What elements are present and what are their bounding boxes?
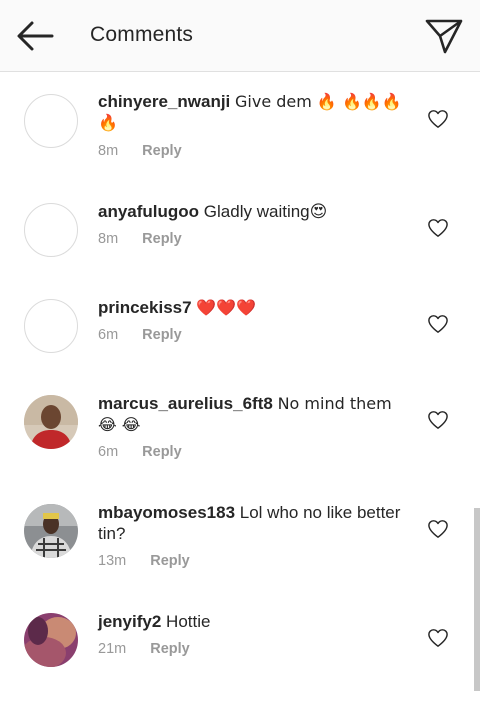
comment-time: 8m	[98, 231, 119, 247]
comment-time: 21m	[98, 641, 127, 657]
comment-meta: 13m Reply	[98, 553, 190, 569]
comment-username[interactable]: jenyify2	[98, 612, 161, 631]
user-photo-icon	[24, 504, 78, 558]
reply-button[interactable]: Reply	[150, 641, 190, 657]
heart-outline-icon[interactable]	[427, 109, 449, 129]
arrow-left-icon	[17, 21, 54, 51]
heart-outline-icon[interactable]	[427, 519, 449, 539]
comment-text: jenyify2 Hottie	[98, 611, 408, 632]
comment-message: ❤️❤️❤️	[196, 298, 257, 317]
comment-meta: 21m Reply	[98, 641, 190, 657]
reply-button[interactable]: Reply	[142, 327, 182, 343]
comment-item: marcus_aurelius_6ft8 No mind them😂 😂 6m R…	[0, 388, 480, 478]
reply-button[interactable]: Reply	[142, 444, 182, 460]
comment-meta: 8m Reply	[98, 143, 182, 159]
top-bar: Comments	[0, 0, 480, 72]
comment-text: chinyere_nwanji Give dem 🔥 🔥🔥🔥 🔥	[98, 91, 408, 133]
send-button[interactable]	[424, 16, 464, 56]
comment-username[interactable]: princekiss7	[98, 298, 192, 317]
comment-text: mbayomoses183 Lol who no like better tin…	[98, 502, 408, 544]
avatar[interactable]	[24, 395, 78, 449]
comment-message: Gladly waiting😍	[203, 202, 328, 221]
paper-plane-icon	[425, 19, 463, 54]
reply-button[interactable]: Reply	[150, 553, 190, 569]
comment-item: mbayomoses183 Lol who no like better tin…	[0, 497, 480, 587]
comment-text: marcus_aurelius_6ft8 No mind them😂 😂	[98, 393, 408, 435]
comment-text: anyafulugoo Gladly waiting😍	[98, 201, 408, 222]
comment-username[interactable]: anyafulugoo	[98, 202, 199, 221]
comment-meta: 6m Reply	[98, 327, 182, 343]
user-photo-icon	[24, 613, 78, 667]
page-title: Comments	[90, 23, 194, 46]
scrollbar[interactable]	[474, 508, 480, 691]
comment-username[interactable]: marcus_aurelius_6ft8	[98, 394, 273, 413]
comment-item: jenyify2 Hottie 21m Reply	[0, 606, 480, 676]
heart-outline-icon[interactable]	[427, 314, 449, 334]
comment-username[interactable]: chinyere_nwanji	[98, 92, 230, 111]
avatar[interactable]	[24, 94, 78, 148]
reply-button[interactable]: Reply	[142, 143, 182, 159]
comment-time: 8m	[98, 143, 119, 159]
reply-button[interactable]: Reply	[142, 231, 182, 247]
comment-time: 6m	[98, 444, 119, 460]
avatar[interactable]	[24, 203, 78, 257]
heart-outline-icon[interactable]	[427, 218, 449, 238]
comment-meta: 6m Reply	[98, 444, 182, 460]
comment-time: 13m	[98, 553, 127, 569]
avatar[interactable]	[24, 299, 78, 353]
comment-text: princekiss7 ❤️❤️❤️	[98, 297, 408, 318]
comment-message: Hottie	[166, 612, 211, 631]
comment-item: chinyere_nwanji Give dem 🔥 🔥🔥🔥 🔥 8m Reply	[0, 86, 480, 176]
heart-outline-icon[interactable]	[427, 410, 449, 430]
user-photo-icon	[24, 395, 78, 449]
avatar[interactable]	[24, 613, 78, 667]
comment-meta: 8m Reply	[98, 231, 182, 247]
heart-outline-icon[interactable]	[427, 628, 449, 648]
avatar[interactable]	[24, 504, 78, 558]
comment-username[interactable]: mbayomoses183	[98, 503, 235, 522]
comment-item: anyafulugoo Gladly waiting😍 8m Reply	[0, 196, 480, 266]
comment-item: princekiss7 ❤️❤️❤️ 6m Reply	[0, 292, 480, 362]
back-button[interactable]	[14, 18, 56, 54]
comment-time: 6m	[98, 327, 119, 343]
